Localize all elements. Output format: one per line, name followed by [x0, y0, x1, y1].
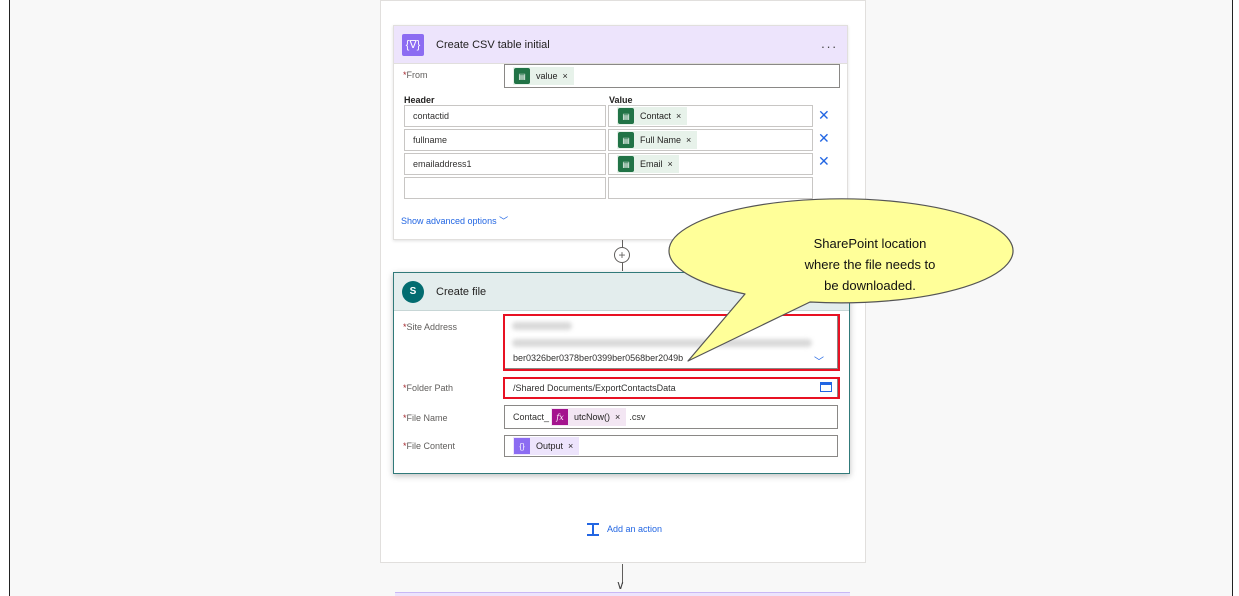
- next-action-card[interactable]: [395, 592, 850, 596]
- add-an-action-button[interactable]: Add an action: [586, 522, 662, 536]
- callout-bubble: [668, 198, 1014, 362]
- down-arrow-icon: ∨: [616, 578, 625, 592]
- callout-text: SharePoint location where the file needs…: [804, 236, 936, 293]
- add-action-icon: [586, 522, 600, 536]
